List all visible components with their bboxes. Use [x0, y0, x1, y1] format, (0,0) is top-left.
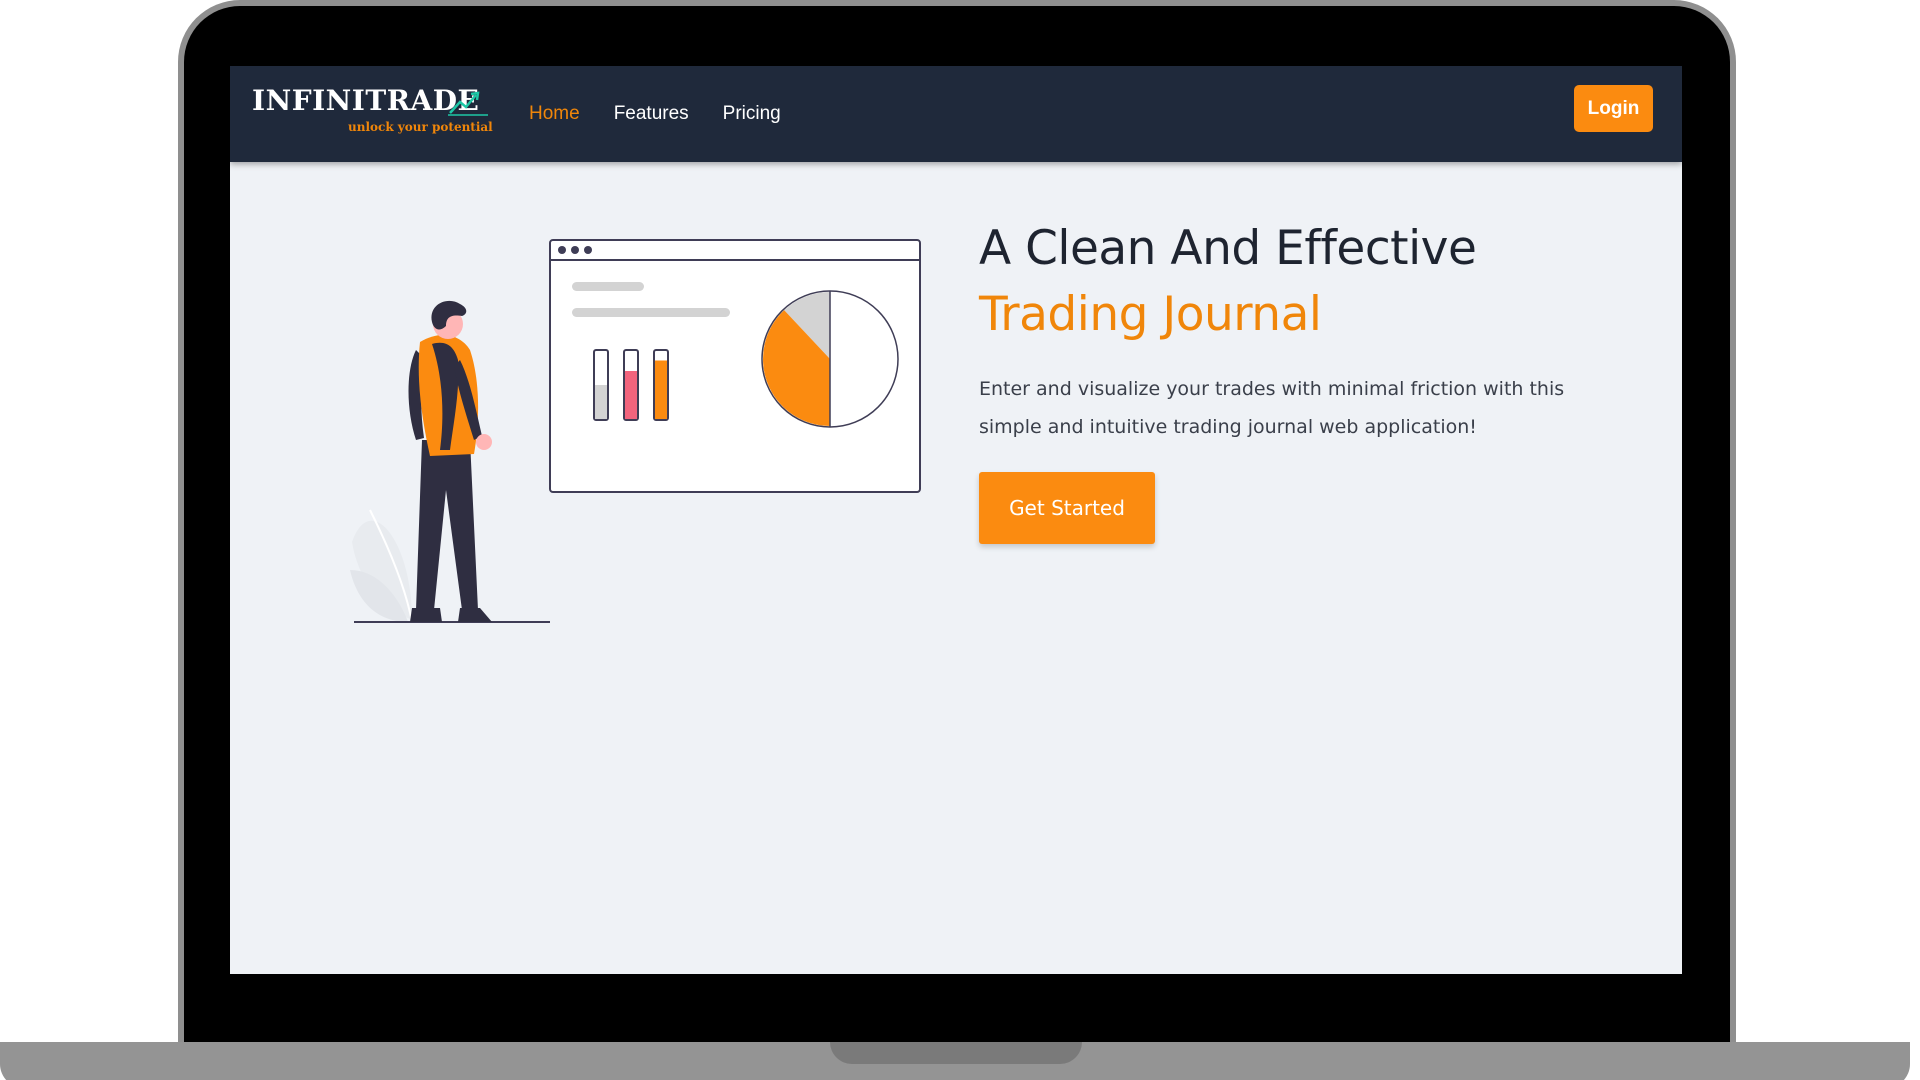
- hero-illustration: [350, 239, 921, 623]
- hero-description: Enter and visualize your trades with min…: [979, 378, 1565, 438]
- bar-fill: [655, 360, 667, 419]
- nav-link-pricing[interactable]: Pricing: [723, 103, 781, 125]
- brand-logo[interactable]: INFINITRADE unlock your potential: [252, 84, 493, 144]
- hero-title-line2: Trading Journal: [979, 287, 1322, 342]
- laptop-mockup: INFINITRADE unlock your potential Home F…: [0, 0, 1920, 1080]
- brand-tagline: unlock your potential: [348, 120, 493, 134]
- bar-fill: [595, 385, 607, 419]
- laptop-screen: INFINITRADE unlock your potential Home F…: [230, 66, 1682, 974]
- hero-title: A Clean And Effective Trading Journal: [979, 216, 1619, 348]
- login-button[interactable]: Login: [1574, 85, 1653, 132]
- nav-link-features[interactable]: Features: [614, 103, 689, 125]
- nav-link-home[interactable]: Home: [529, 103, 580, 125]
- browser-window-illustration: [549, 239, 921, 493]
- brand-name: INFINITRADE: [252, 84, 480, 117]
- bar-fill: [625, 371, 637, 419]
- trend-up-chart-icon: [448, 91, 488, 116]
- plant-leaves: [350, 509, 413, 623]
- nav-links: Home Features Pricing: [529, 96, 815, 132]
- get-started-button[interactable]: Get Started: [979, 472, 1155, 544]
- navbar: INFINITRADE unlock your potential Home F…: [230, 66, 1682, 162]
- laptop-notch: [830, 1042, 1082, 1064]
- person-figure: [408, 300, 492, 622]
- hero-title-line1: A Clean And Effective: [979, 221, 1477, 276]
- bar-chart-illustration: [593, 349, 669, 421]
- hero-section: A Clean And Effective Trading Journal En…: [979, 216, 1619, 544]
- pie-chart-illustration: [761, 290, 899, 428]
